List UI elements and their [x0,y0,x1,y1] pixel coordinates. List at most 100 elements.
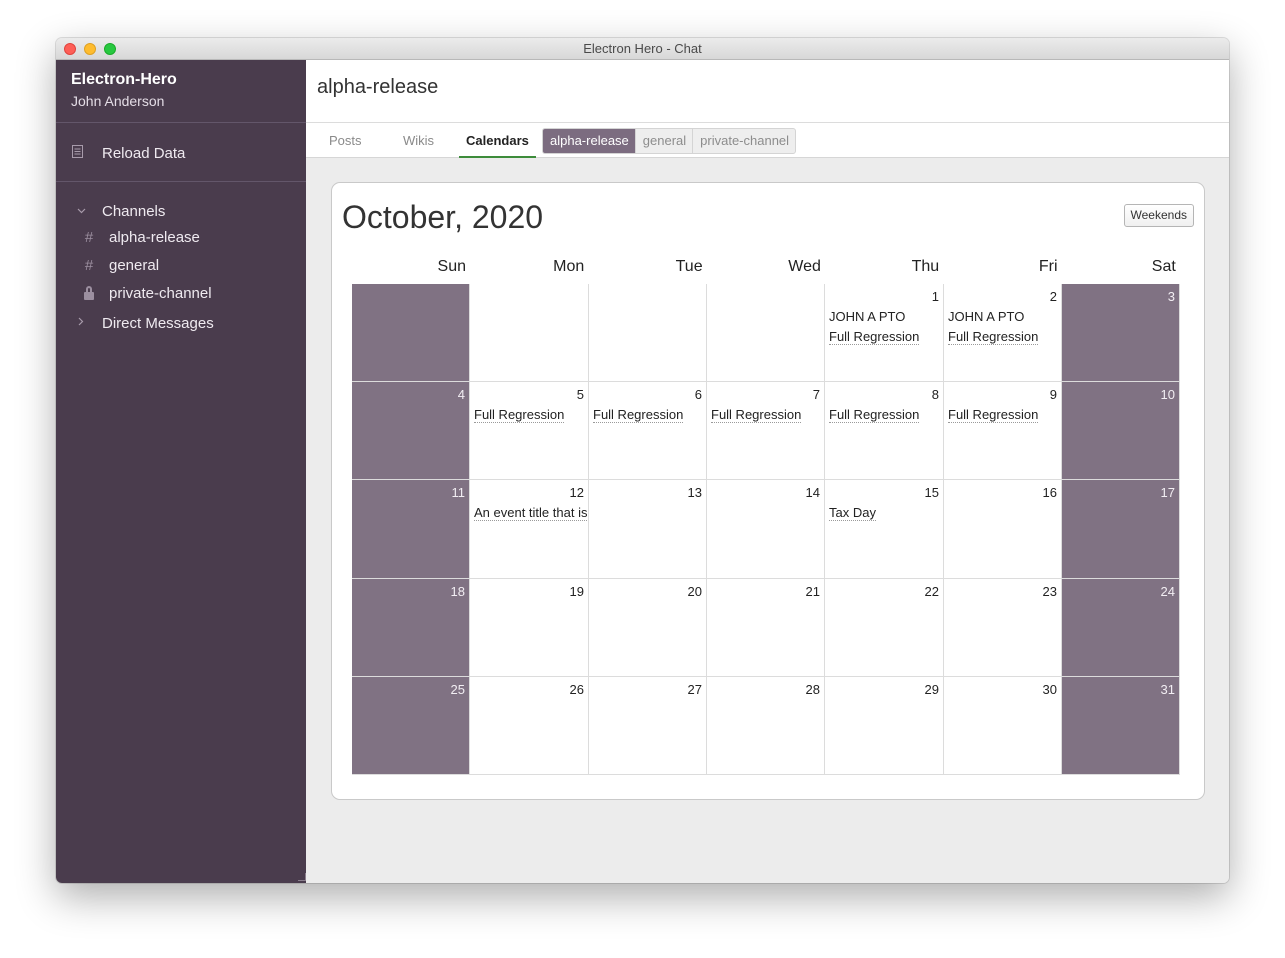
calendar-day-cell[interactable] [470,284,589,382]
sidebar-item-label: general [109,256,160,274]
calendar-day-cell[interactable]: 26 [470,677,589,775]
hash-icon: # [84,256,94,274]
sidebar-item-general[interactable]: # general [82,254,159,276]
day-number: 1 [931,289,939,304]
calendar-day-cell[interactable]: 28 [707,677,825,775]
day-number: 2 [1049,289,1057,304]
calendar-day-cell[interactable]: 9 Full Regression [944,382,1062,480]
calendar-day-cell[interactable]: 25 [352,677,470,775]
chip-private-channel[interactable]: private-channel [693,129,795,153]
hash-icon: # [84,228,94,246]
sidebar: Electron-Hero John Anderson Reload Data … [56,60,306,883]
calendar-day-cell[interactable] [589,284,707,382]
calendar-day-cell[interactable]: 21 [707,579,825,677]
day-number: 22 [924,584,939,599]
calendar-day-cell[interactable]: 2 JOHN A PTO Full Regression [944,284,1062,382]
calendar-event[interactable]: Full Regression [711,407,802,423]
calendar-event[interactable]: Tax Day [829,505,876,521]
tab-posts[interactable]: Posts [329,123,362,158]
calendar-day-cell[interactable]: 13 [589,480,707,579]
sidebar-divider [56,122,306,123]
calendar-event[interactable]: Full Regression [593,407,684,423]
chip-general[interactable]: general [636,129,694,153]
sidebar-divider [56,181,306,182]
day-number: 14 [805,485,820,500]
close-window-button[interactable] [64,43,76,55]
day-number: 17 [1160,485,1175,500]
calendar-day-cell[interactable] [352,284,470,382]
calendar-event[interactable]: An event title that is [474,505,587,521]
calendar-day-cell[interactable]: 30 [944,677,1062,775]
weekday-header-mon: Mon [553,258,585,275]
day-number: 25 [450,682,465,697]
calendar-day-cell[interactable]: 27 [589,677,707,775]
sidebar-item-private-channel[interactable]: private-channel [82,282,212,304]
calendar-day-cell[interactable]: 20 [589,579,707,677]
calendar-day-cell[interactable]: 12 An event title that is [470,480,589,579]
minimize-window-button[interactable] [84,43,96,55]
tab-wikis[interactable]: Wikis [403,123,434,158]
reload-data-label: Reload Data [102,144,186,162]
weekday-header-row: Sun Mon Tue Wed Thu Fri Sat [352,258,1180,282]
view-tabs: Posts Wikis Calendars alpha-release gene… [306,123,1229,158]
calendar-day-cell[interactable]: 22 [825,579,944,677]
day-number: 11 [451,485,466,500]
chevron-down-icon [74,205,88,217]
calendar-day-cell[interactable]: 6 Full Regression [589,382,707,480]
calendar-day-cell[interactable]: 23 [944,579,1062,677]
calendar-event[interactable]: JOHN A PTO [948,309,1024,324]
title-bar[interactable]: Electron Hero - Chat [56,38,1229,60]
calendar-day-cell[interactable]: 5 Full Regression [470,382,589,480]
calendar-day-cell[interactable]: 19 [470,579,589,677]
calendar-day-cell[interactable]: 29 [825,677,944,775]
lock-icon [84,285,94,300]
calendar-day-cell[interactable] [707,284,825,382]
calendar-day-cell[interactable]: 10 [1062,382,1180,480]
day-number: 26 [569,682,584,697]
day-number: 21 [805,584,820,599]
calendar-day-cell[interactable]: 31 [1062,677,1180,775]
day-number: 23 [1042,584,1057,599]
calendar-day-cell[interactable]: 4 [352,382,470,480]
calendar-day-cell[interactable]: 3 [1062,284,1180,382]
resize-handle[interactable] [298,873,306,881]
day-number: 4 [457,387,465,402]
chip-alpha-release[interactable]: alpha-release [543,129,636,153]
weekday-header-thu: Thu [911,258,940,275]
day-number: 9 [1049,387,1057,402]
calendar-day-cell[interactable]: 16 [944,480,1062,579]
day-number: 10 [1160,387,1175,402]
calendar-day-cell[interactable]: 24 [1062,579,1180,677]
day-number: 5 [576,387,584,402]
team-name[interactable]: Electron-Hero [71,71,177,89]
calendar-event[interactable]: Full Regression [948,329,1039,345]
calendar-day-cell[interactable]: 14 [707,480,825,579]
calendar-day-cell[interactable]: 11 [352,480,470,579]
day-number: 20 [687,584,702,599]
day-number: 30 [1042,682,1057,697]
reload-data-button[interactable]: Reload Data [72,143,185,163]
sidebar-item-alpha-release[interactable]: # alpha-release [82,226,200,248]
calendar-day-cell[interactable]: 17 [1062,480,1180,579]
day-number: 16 [1042,485,1057,500]
calendar-event[interactable]: Full Regression [948,407,1039,423]
weekday-header-tue: Tue [675,258,703,275]
weekends-toggle-button[interactable]: Weekends [1123,204,1194,227]
day-number: 18 [450,584,465,599]
calendar-event[interactable]: Full Regression [829,407,920,423]
document-icon [72,145,86,161]
calendar-event[interactable]: JOHN A PTO [829,309,905,324]
calendar-event[interactable]: Full Regression [474,407,565,423]
direct-messages-section-toggle[interactable]: Direct Messages [74,312,214,334]
tab-calendars[interactable]: Calendars [459,123,536,158]
calendar-day-cell[interactable]: 15 Tax Day [825,480,944,579]
channels-section-toggle[interactable]: Channels [74,200,165,222]
calendar-day-cell[interactable]: 1 JOHN A PTO Full Regression [825,284,944,382]
calendar-day-cell[interactable]: 7 Full Regression [707,382,825,480]
day-number: 13 [687,485,702,500]
chevron-right-icon [74,317,88,329]
calendar-event[interactable]: Full Regression [829,329,920,345]
calendar-day-cell[interactable]: 8 Full Regression [825,382,944,480]
maximize-window-button[interactable] [104,43,116,55]
calendar-day-cell[interactable]: 18 [352,579,470,677]
